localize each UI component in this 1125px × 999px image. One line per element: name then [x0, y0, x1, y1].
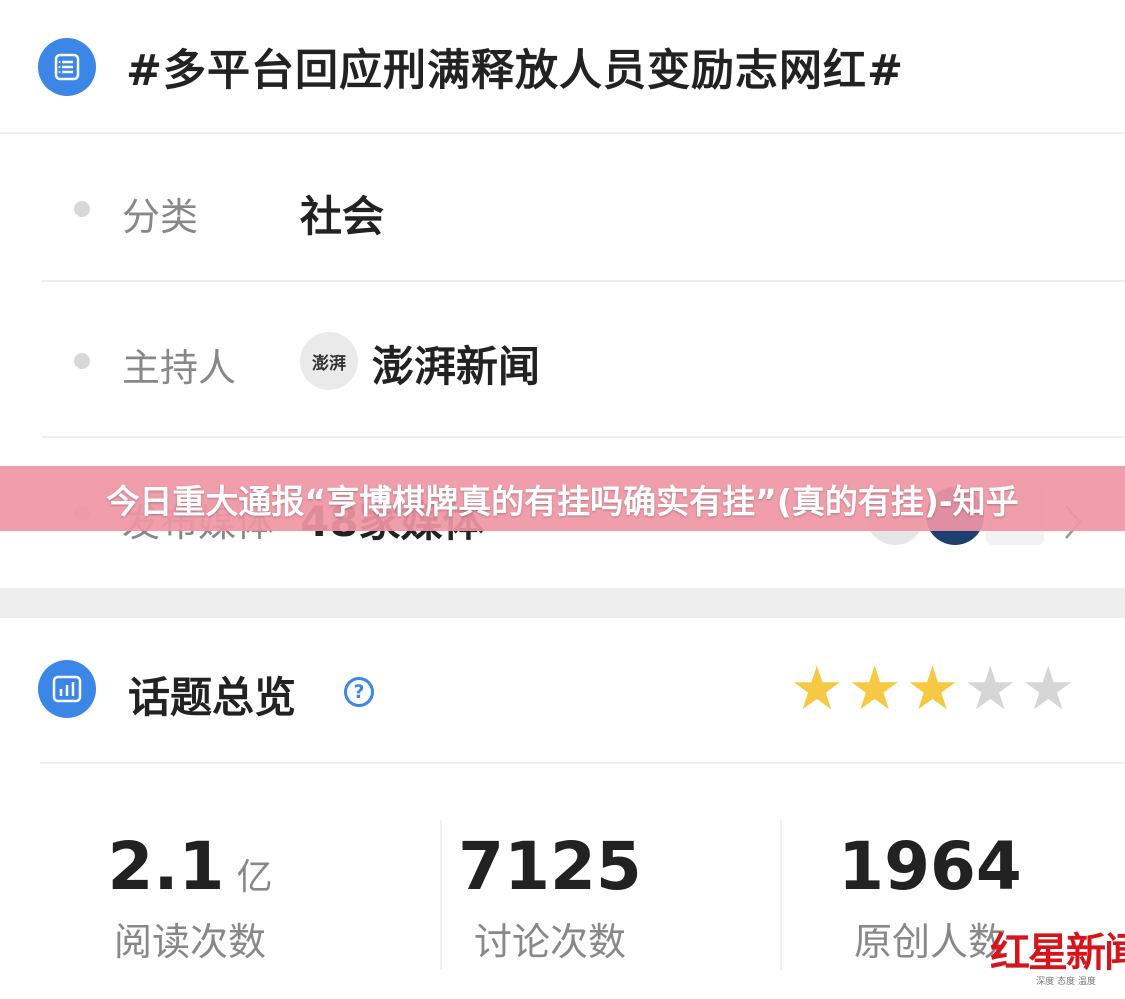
host-avatar[interactable]: 澎湃 [300, 332, 358, 390]
overlay-banner: 今日重大通报“亨博棋牌真的有挂吗确实有挂”(真的有挂)-知乎 [0, 466, 1125, 531]
row-bullet [74, 353, 90, 369]
stat-number: 2.1 [107, 828, 225, 905]
star-filled-icon: ★ [847, 654, 902, 724]
question-circle-icon[interactable]: ? [344, 677, 374, 707]
category-value[interactable]: 社会 [300, 183, 384, 244]
section-separator [0, 588, 1125, 618]
host-name[interactable]: 澎湃新闻 [372, 333, 540, 394]
host-label: 主持人 [122, 346, 237, 390]
star-empty-icon: ★ [1021, 654, 1075, 724]
host-avatar-text: 澎湃 [312, 353, 346, 374]
star-filled-icon: ★ [790, 654, 844, 724]
star-filled-icon: ★ [905, 654, 960, 724]
stat-divider [780, 820, 782, 970]
stat-discussions: 7125 讨论次数 [430, 828, 670, 966]
stat-number: 7125 [458, 828, 642, 905]
row-divider [42, 436, 1125, 438]
stat-unit: 亿 [236, 857, 273, 898]
stat-number: 1964 [838, 828, 1022, 905]
brand-watermark: 红星新闻 深度 态度 温度 [990, 920, 1125, 987]
topic-list-icon [38, 38, 96, 96]
overview-divider [40, 762, 1125, 764]
bar-chart-icon [38, 660, 96, 718]
category-label: 分类 [122, 195, 199, 239]
row-bullet [74, 201, 90, 217]
topic-title: #多平台回应刑满释放人员变励志网红# [126, 46, 905, 96]
rating-stars: ★ ★ ★ ★ ★ [790, 658, 1075, 720]
star-empty-icon: ★ [963, 654, 1018, 724]
banner-text: 今日重大通报“亨博棋牌真的有挂吗确实有挂”(真的有挂)-知乎 [106, 481, 1019, 521]
overview-title: 话题总览 [128, 673, 297, 722]
stat-label: 讨论次数 [473, 920, 626, 964]
stat-reads: 2.1 亿 阅读次数 [60, 828, 320, 966]
watermark-logo: 红星新闻 [990, 929, 1125, 976]
header-divider [0, 132, 1125, 134]
stat-label: 阅读次数 [113, 920, 266, 964]
row-divider [42, 280, 1125, 282]
